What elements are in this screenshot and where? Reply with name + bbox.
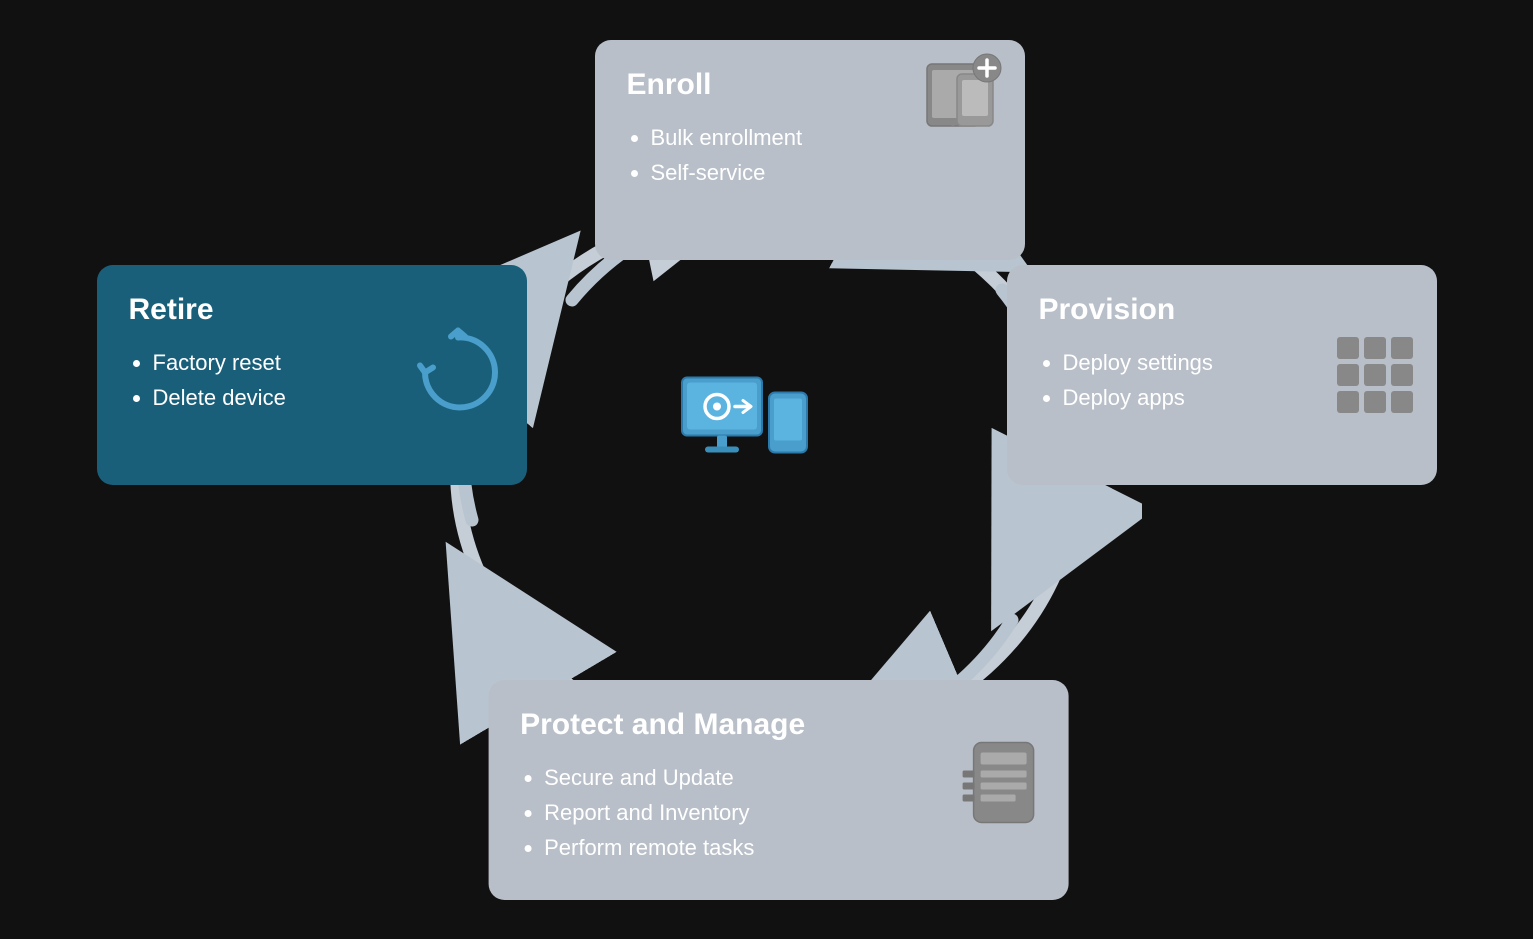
retire-icon [413,327,503,422]
provision-icon [1337,337,1413,413]
mdm-icon [677,372,817,482]
list-item: Self-service [651,155,993,190]
list-item: Secure and Update [544,760,888,795]
list-item: Perform remote tasks [544,830,888,865]
diagram-container: Enroll Bulk enrollment Self-service Prov… [67,30,1467,910]
card-enroll: Enroll Bulk enrollment Self-service [595,40,1025,260]
center-icon [677,372,817,487]
list-item: Report and Inventory [544,795,888,830]
card-retire: Retire Factory reset Delete device [97,265,527,485]
protect-list: Secure and Update Report and Inventory P… [520,760,888,866]
provision-title: Provision [1039,293,1405,327]
protect-title: Protect and Manage [520,708,888,742]
protect-icon [958,737,1048,842]
enroll-icon [915,50,1005,135]
card-provision: Provision Deploy settings Deploy apps [1007,265,1437,485]
retire-title: Retire [129,293,495,327]
card-protect: Protect and Manage Secure and Update Rep… [488,680,1068,900]
